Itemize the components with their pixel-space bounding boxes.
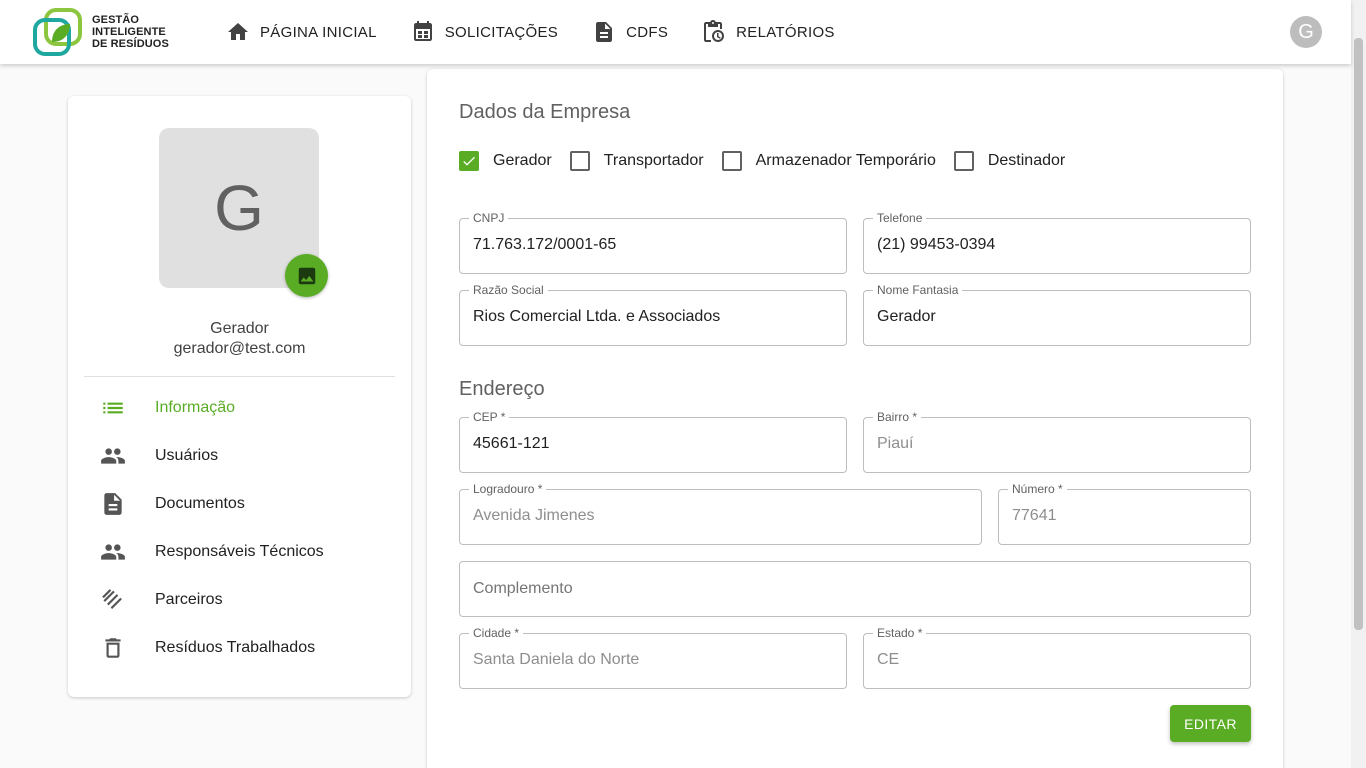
field-label: Logradouro * <box>469 482 547 496</box>
nav-home[interactable]: PÁGINA INICIAL <box>226 20 377 44</box>
clipboard-clock-icon <box>704 20 725 42</box>
leaf-logo-icon <box>33 8 82 56</box>
cep-field[interactable]: CEP * 45661-121 <box>459 410 847 473</box>
field-value: 77641 <box>1012 507 1057 524</box>
menu-item-parceiros[interactable]: Parceiros <box>68 576 411 624</box>
field-label: Telefone <box>873 211 927 225</box>
field-label: Razão Social <box>469 283 548 297</box>
document-icon <box>596 22 613 42</box>
image-icon <box>298 267 315 284</box>
cnpj-field[interactable]: CNPJ 71.763.172/0001-65 <box>459 211 847 274</box>
field-value: 71.763.172/0001-65 <box>473 236 617 253</box>
estado-field[interactable]: Estado * CE <box>863 626 1251 689</box>
field-value: Rios Comercial Ltda. e Associados <box>473 308 721 325</box>
logo-line: DE RESÍDUOS <box>92 38 169 50</box>
scrollbar-thumb[interactable] <box>1354 38 1363 630</box>
nav-label: RELATÓRIOS <box>736 23 835 41</box>
company-section-title: Dados da Empresa <box>459 101 631 123</box>
field-label: Bairro * <box>873 410 922 424</box>
menu-label: Informação <box>155 399 236 416</box>
calendar-table-icon <box>413 21 432 41</box>
menu-label: Parceiros <box>155 591 223 608</box>
check-icon <box>463 156 475 166</box>
profile-menu: Informação Usuários Documentos Responsáv… <box>68 384 411 672</box>
checkbox-unchecked[interactable] <box>721 151 742 171</box>
people-icon <box>101 448 125 464</box>
home-icon <box>228 23 248 40</box>
address-section-title: Endereço <box>459 378 545 400</box>
logo-text: GESTÃO INTELIGENTE DE RESÍDUOS <box>92 14 169 50</box>
field-value: CE <box>877 651 900 668</box>
people-icon <box>101 544 125 560</box>
profile-email: gerador@test.com <box>173 340 306 357</box>
edit-button[interactable]: EDITAR <box>1170 705 1251 742</box>
checkbox-armazenador-temporario[interactable]: Armazenador Temporário <box>721 151 936 171</box>
field-label: Estado * <box>873 626 927 640</box>
company-form-card: Dados da Empresa Gerador Transportador A… <box>427 69 1283 768</box>
field-label: Nome Fantasia <box>873 283 963 297</box>
change-photo-button[interactable] <box>285 254 328 297</box>
checkbox-gerador[interactable]: Gerador <box>459 151 552 171</box>
checkbox-checked[interactable] <box>459 151 479 171</box>
field-value: Piauí <box>877 435 914 452</box>
bairro-field[interactable]: Bairro * Piauí <box>863 410 1251 473</box>
complemento-field[interactable]: Complemento <box>459 561 1251 617</box>
profile-card: G Gerador gerador@test.com Informação Us… <box>68 96 411 697</box>
field-value: Avenida Jimenes <box>473 507 595 524</box>
field-placeholder: Complemento <box>473 580 573 597</box>
checkbox-label: Gerador <box>493 152 552 169</box>
menu-label: Resíduos Trabalhados <box>155 639 316 656</box>
nav-reports[interactable]: RELATÓRIOS <box>702 20 835 44</box>
menu-label: Responsáveis Técnicos <box>155 543 324 560</box>
checkbox-unchecked[interactable] <box>569 151 590 171</box>
field-value: Gerador <box>877 308 936 325</box>
handshake-icon <box>102 589 122 609</box>
field-label: CNPJ <box>469 211 509 225</box>
checkbox-label: Transportador <box>603 152 704 169</box>
trash-icon <box>105 638 121 658</box>
field-label: Número * <box>1008 482 1067 496</box>
company-type-checkboxes: Gerador Transportador Armazenador Tempor… <box>459 151 1083 171</box>
menu-item-responsaveis-tecnicos[interactable]: Responsáveis Técnicos <box>68 528 411 576</box>
menu-item-usuarios[interactable]: Usuários <box>68 432 411 480</box>
checkbox-label: Armazenador Temporário <box>755 152 936 169</box>
checkbox-label: Destinador <box>987 152 1066 169</box>
field-value: (21) 99453-0394 <box>877 236 996 253</box>
menu-item-documentos[interactable]: Documentos <box>68 480 411 528</box>
nav-requests[interactable]: SOLICITAÇÕES <box>411 20 558 44</box>
divider <box>84 376 395 377</box>
document-icon <box>104 493 122 515</box>
field-label: CEP * <box>469 410 510 424</box>
checkbox-destinador[interactable]: Destinador <box>953 151 1066 171</box>
user-avatar-button[interactable]: G <box>1290 16 1322 48</box>
top-app-bar: GESTÃO INTELIGENTE DE RESÍDUOS PÁGINA IN… <box>0 0 1351 64</box>
cidade-field[interactable]: Cidade * Santa Daniela do Norte <box>459 626 847 689</box>
field-label: Cidade * <box>469 626 524 640</box>
nav-cdfs[interactable]: CDFS <box>592 20 668 44</box>
menu-label: Documentos <box>155 495 245 512</box>
list-icon <box>103 402 123 414</box>
logradouro-field[interactable]: Logradouro * Avenida Jimenes <box>459 482 982 545</box>
checkbox-unchecked[interactable] <box>953 151 974 171</box>
nav-label: PÁGINA INICIAL <box>260 23 377 41</box>
checkbox-transportador[interactable]: Transportador <box>569 151 704 171</box>
profile-name: Gerador <box>210 320 269 337</box>
telefone-field[interactable]: Telefone (21) 99453-0394 <box>863 211 1251 274</box>
page-scrollbar[interactable] <box>1351 0 1366 768</box>
menu-label: Usuários <box>155 447 219 464</box>
field-value: Santa Daniela do Norte <box>473 651 640 668</box>
nav-label: SOLICITAÇÕES <box>444 23 559 41</box>
nav-label: CDFS <box>626 23 669 41</box>
logo-line: GESTÃO <box>92 14 140 26</box>
menu-item-informacao[interactable]: Informação <box>68 384 411 432</box>
app-logo[interactable]: GESTÃO INTELIGENTE DE RESÍDUOS <box>32 8 169 56</box>
logo-line: INTELIGENTE <box>92 26 166 38</box>
main-nav: PÁGINA INICIAL SOLICITAÇÕES CDFS RELATÓR… <box>226 0 869 64</box>
razao-social-field[interactable]: Razão Social Rios Comercial Ltda. e Asso… <box>459 283 847 346</box>
numero-field[interactable]: Número * 77641 <box>998 482 1251 545</box>
nome-fantasia-field[interactable]: Nome Fantasia Gerador <box>863 283 1251 346</box>
menu-item-residuos-trabalhados[interactable]: Resíduos Trabalhados <box>68 624 411 672</box>
field-value: 45661-121 <box>473 435 550 452</box>
